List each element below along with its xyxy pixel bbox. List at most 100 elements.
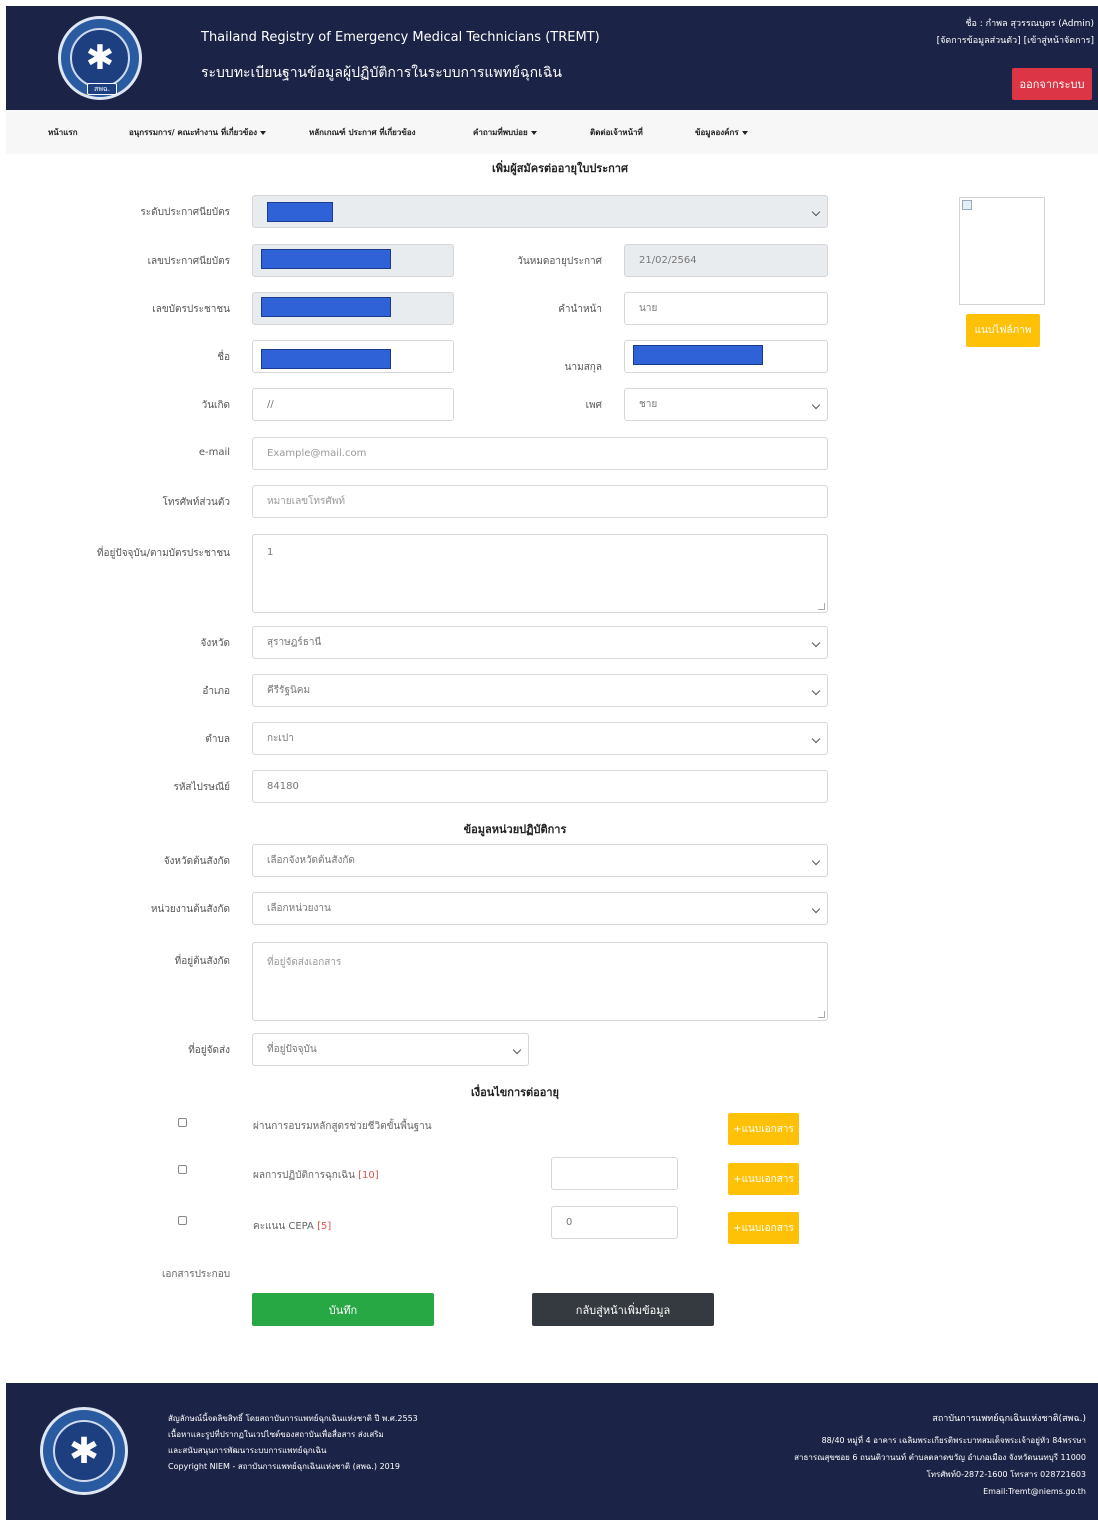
expiry-field[interactable]: 21/02/2564 bbox=[624, 244, 828, 277]
cert-level-label: ระดับประกาศนียบัตร bbox=[140, 207, 230, 218]
condition-cepa-badge: [5] bbox=[317, 1221, 332, 1232]
chevron-down-icon bbox=[811, 734, 821, 744]
save-button[interactable]: บันทึก bbox=[252, 1293, 434, 1326]
nav-contact[interactable]: ติดต่อเจ้าหน้าที่ bbox=[590, 126, 643, 139]
condition-checkbox-operations[interactable] bbox=[178, 1165, 187, 1174]
star-of-life-icon: ✱ bbox=[70, 28, 130, 88]
caret-down-icon bbox=[530, 130, 537, 135]
cert-no-field[interactable] bbox=[252, 244, 454, 277]
agency-address-textarea[interactable]: ที่อยู่จัดส่งเอกสาร bbox=[252, 942, 828, 1021]
admin-link[interactable]: [เข้าสู่หน้าจัดการ] bbox=[1024, 36, 1094, 46]
agency-address-label: ที่อยู่ต้นสังกัด bbox=[174, 956, 230, 967]
prefix-field[interactable]: นาย bbox=[624, 292, 828, 325]
province-select[interactable]: สุราษฎร์ธานี bbox=[252, 626, 828, 659]
logout-button[interactable]: ออกจากระบบ bbox=[1012, 68, 1092, 100]
nav-regulations[interactable]: หลักเกณฑ์ ประกาศ ที่เกี่ยวข้อง bbox=[309, 126, 416, 139]
nav-faq-label: คำถามที่พบบ่อย bbox=[473, 128, 528, 137]
condition-cepa-label: คะแนน CEPA bbox=[253, 1221, 314, 1232]
attach-doc-button[interactable]: +แนบเอกสาร bbox=[728, 1113, 799, 1145]
condition-training-label: ผ่านการอบรมหลักสูตรช่วยชีวิตขั้นพื้นฐาน bbox=[253, 1121, 432, 1132]
operations-score-field[interactable] bbox=[551, 1157, 678, 1190]
postcode-value: 84180 bbox=[267, 781, 299, 792]
chevron-down-icon bbox=[811, 904, 821, 914]
redaction-block bbox=[261, 249, 391, 269]
cert-level-select[interactable] bbox=[252, 195, 828, 228]
first-name-field[interactable] bbox=[252, 340, 454, 373]
expiry-value: 21/02/2564 bbox=[639, 255, 697, 266]
site-title-en: Thailand Registry of Emergency Medical T… bbox=[201, 30, 600, 45]
unit-province-value: เลือกจังหวัดต้นสังกัด bbox=[267, 855, 355, 866]
sex-select[interactable]: ชาย bbox=[624, 388, 828, 421]
attach-photo-button[interactable]: แนบไฟล์ภาพ bbox=[966, 314, 1040, 347]
nav-contact-label: ติดต่อเจ้าหน้าที่ bbox=[590, 128, 643, 137]
nav-committee[interactable]: อนุกรรมการ/ คณะทำงาน ที่เกี่ยวข้อง bbox=[129, 126, 267, 139]
nav-faq[interactable]: คำถามที่พบบ่อย bbox=[473, 126, 537, 139]
site-footer: ✱ สัญลักษณ์นี้จดลิขสิทธิ์ โดยสถาบันการแพ… bbox=[6, 1383, 1098, 1520]
nav-committee-label: อนุกรรมการ/ คณะทำงาน ที่เกี่ยวข้อง bbox=[129, 128, 258, 137]
postcode-field[interactable]: 84180 bbox=[252, 770, 828, 803]
unit-province-select[interactable]: เลือกจังหวัดต้นสังกัด bbox=[252, 844, 828, 877]
condition-operations: ผลการปฏิบัติการฉุกเฉิน [10] bbox=[253, 1168, 379, 1183]
chevron-down-icon bbox=[811, 686, 821, 696]
resize-handle-icon[interactable] bbox=[818, 1011, 825, 1018]
cepa-score-field[interactable]: 0 bbox=[551, 1206, 678, 1239]
delivery-label: ที่อยู่จัดส่ง bbox=[188, 1045, 230, 1056]
last-name-field[interactable] bbox=[624, 340, 828, 373]
nav-home-label: หน้าแรก bbox=[48, 128, 78, 137]
first-name-label: ชื่อ bbox=[217, 352, 230, 363]
last-name-label: นามสกุล bbox=[564, 362, 602, 373]
site-header: ✱ สพฉ. Thailand Registry of Emergency Me… bbox=[6, 6, 1098, 110]
phone-field[interactable]: หมายเลขโทรศัพท์ bbox=[252, 485, 828, 518]
province-value: สุราษฎร์ธานี bbox=[267, 637, 322, 648]
footer-email[interactable]: Email:Tremt@niems.go.th bbox=[794, 1483, 1086, 1500]
conditions-title: เงื่อนไขการต่ออายุ bbox=[470, 1086, 560, 1099]
back-button[interactable]: กลับสู่หน้าเพิ่มข้อมูล bbox=[532, 1293, 714, 1326]
supporting-docs-label: เอกสารประกอบ bbox=[162, 1269, 231, 1280]
prefix-value: นาย bbox=[639, 303, 658, 314]
email-field[interactable]: Example@mail.com bbox=[252, 437, 828, 470]
id-card-field[interactable] bbox=[252, 292, 454, 325]
email-placeholder: Example@mail.com bbox=[267, 448, 367, 459]
delivery-select[interactable]: ที่อยู่ปัจจุบัน bbox=[252, 1033, 529, 1066]
subdistrict-select[interactable]: กะเปา bbox=[252, 722, 828, 755]
attach-doc-button[interactable]: +แนบเอกสาร bbox=[728, 1212, 799, 1244]
nav-home[interactable]: หน้าแรก bbox=[48, 126, 78, 139]
manage-profile-link[interactable]: [จัดการข้อมูลส่วนตัว] bbox=[937, 36, 1021, 46]
main-nav: หน้าแรก อนุกรรมการ/ คณะทำงาน ที่เกี่ยวข้… bbox=[6, 110, 1098, 154]
redaction-block bbox=[267, 202, 333, 222]
birthdate-value: // bbox=[267, 399, 274, 410]
nav-regulations-label: หลักเกณฑ์ ประกาศ ที่เกี่ยวข้อง bbox=[309, 128, 416, 137]
site-title-th: ระบบทะเบียนฐานข้อมูลผู้ปฏิบัติการในระบบก… bbox=[201, 65, 562, 81]
address-textarea[interactable]: 1 bbox=[252, 534, 828, 613]
resize-handle-icon[interactable] bbox=[818, 603, 825, 610]
subdistrict-value: กะเปา bbox=[267, 733, 294, 744]
chevron-down-icon bbox=[811, 638, 821, 648]
footer-line: Copyright NIEM - สถาบันการแพทย์ฉุกเฉินแห… bbox=[168, 1462, 400, 1471]
footer-address: สาธารณสุขซอย 6 ถนนติวานนท์ ตำบลตลาดขวัญ … bbox=[794, 1453, 1086, 1462]
caret-down-icon bbox=[741, 130, 748, 135]
phone-placeholder: หมายเลขโทรศัพท์ bbox=[267, 496, 345, 507]
footer-contact: สถาบันการแพทย์ฉุกเฉินแห่งชาติ(สพฉ.) 88/4… bbox=[794, 1411, 1086, 1500]
broken-image-icon bbox=[962, 200, 972, 210]
condition-checkbox-cepa[interactable] bbox=[178, 1216, 187, 1225]
province-label: จังหวัด bbox=[200, 638, 230, 649]
agency-select[interactable]: เลือกหน่วยงาน bbox=[252, 892, 828, 925]
phone-label: โทรศัพท์ส่วนตัว bbox=[162, 497, 230, 508]
nav-organization-label: ข้อมูลองค์กร bbox=[695, 128, 739, 137]
user-name: ชื่อ : กำพล สุวรรณบุตร (Admin) bbox=[965, 19, 1094, 29]
footer-phone: โทรศัพท์0-2872-1600 โทรสาร 028721603 bbox=[926, 1470, 1086, 1479]
logo-text: สพฉ. bbox=[87, 83, 117, 95]
site-logo[interactable]: ✱ สพฉ. bbox=[58, 16, 142, 100]
birthdate-field[interactable]: // bbox=[252, 388, 454, 421]
condition-checkbox-training[interactable] bbox=[178, 1118, 187, 1127]
cepa-score-value: 0 bbox=[566, 1217, 573, 1228]
form-title: เพิ่มผู้สมัครต่ออายุใบประกาศ bbox=[492, 162, 628, 175]
footer-address: 88/40 หมู่ที่ 4 อาคาร เฉลิมพระเกียรติพระ… bbox=[821, 1436, 1086, 1445]
birthdate-label: วันเกิด bbox=[201, 400, 230, 411]
footer-logo: ✱ bbox=[40, 1407, 128, 1495]
attach-doc-button[interactable]: +แนบเอกสาร bbox=[728, 1163, 799, 1195]
nav-organization[interactable]: ข้อมูลองค์กร bbox=[695, 126, 748, 139]
id-card-label: เลขบัตรประชาชน bbox=[152, 304, 230, 315]
district-select[interactable]: คีรีรัฐนิคม bbox=[252, 674, 828, 707]
delivery-value: ที่อยู่ปัจจุบัน bbox=[267, 1044, 317, 1055]
